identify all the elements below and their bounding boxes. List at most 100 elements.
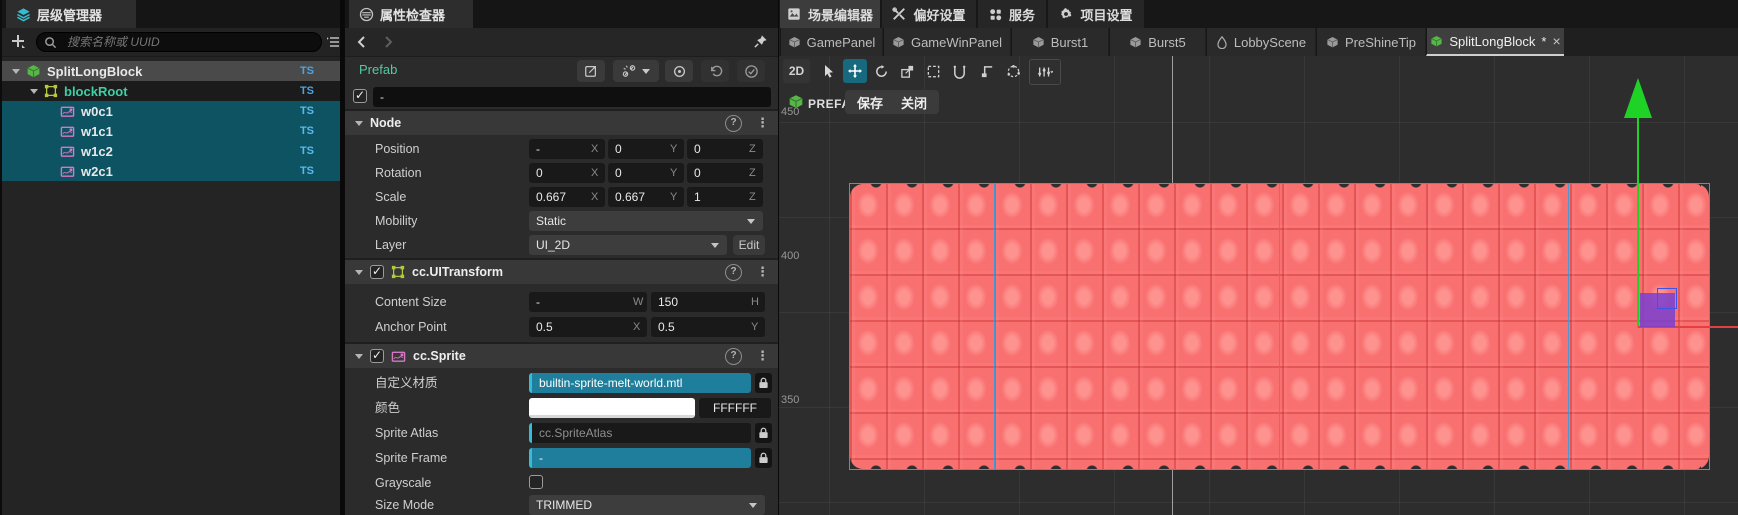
menu-preferences[interactable]: 偏好设置 (882, 0, 976, 28)
node-label: w1c1 (81, 123, 113, 139)
nav-forward-icon[interactable] (381, 35, 395, 49)
z-suffix: Z (749, 143, 756, 155)
sprite-frame-field[interactable]: - (529, 448, 751, 468)
prefab-apply-button[interactable] (737, 60, 765, 82)
node-active-checkbox[interactable] (353, 88, 367, 103)
prefab-icon (892, 36, 905, 49)
hierarchy-panel: 层级管理器 SplitLongBlock TS blockRoot TS (0, 0, 340, 515)
kebab-menu-icon[interactable] (756, 115, 766, 131)
gizmo-y-arrowhead[interactable] (1624, 78, 1652, 118)
rotate-tool-button[interactable] (869, 59, 893, 83)
search-input[interactable] (36, 32, 322, 52)
node-name-field[interactable]: - (373, 87, 771, 107)
display-settings-button[interactable] (1029, 59, 1061, 85)
layers-icon (16, 7, 31, 22)
menu-services[interactable]: 服务 (978, 0, 1046, 28)
nav-back-icon[interactable] (355, 35, 369, 49)
add-node-button[interactable] (10, 33, 26, 49)
sprite-enabled-checkbox[interactable] (370, 348, 384, 363)
world-gizmo-button[interactable] (1001, 59, 1025, 83)
pin-icon[interactable] (753, 34, 768, 49)
layer-dropdown[interactable]: UI_2D (529, 235, 727, 255)
help-icon[interactable] (725, 263, 742, 281)
size-mode-dropdown[interactable]: TRIMMED (529, 495, 765, 515)
gizmo-y-axis-line[interactable] (1637, 117, 1639, 327)
custom-material-field[interactable]: builtin-sprite-melt-world.mtl (529, 373, 751, 393)
sprite-atlas-field[interactable]: cc.SpriteAtlas (529, 423, 751, 443)
lock-icon[interactable] (755, 448, 772, 468)
move-tool-button[interactable] (843, 59, 867, 83)
splitlongblock-sprite[interactable] (849, 183, 1710, 470)
node-section-header[interactable]: Node (345, 111, 778, 135)
menu-project-settings[interactable]: 项目设置 (1048, 0, 1144, 28)
kebab-menu-icon[interactable] (756, 348, 766, 364)
scene-tab-burst5[interactable]: Burst5 (1109, 28, 1205, 56)
help-icon[interactable] (725, 114, 742, 132)
tab-inspector[interactable]: 属性检查器 (349, 0, 473, 28)
chevron-down-icon[interactable] (30, 88, 38, 94)
scene-viewport[interactable]: 2D 450 400 350 PREFAB 保存 关闭 (779, 56, 1738, 515)
content-size-w-field[interactable]: - (529, 292, 647, 312)
scene-tab-preshinetip[interactable]: PreShineTip (1316, 28, 1425, 56)
tab-scene-editor[interactable]: 场景编辑器 (780, 0, 880, 28)
segment-divider (1568, 184, 1569, 469)
tree-row-w1c1[interactable]: w1c1 TS (2, 121, 340, 141)
scene-tab-gamepanel[interactable]: GamePanel (780, 28, 882, 56)
ts-badge[interactable]: TS (300, 145, 314, 157)
scene-tab-burst1[interactable]: Burst1 (1011, 28, 1108, 56)
anchor-y-field[interactable]: 0.5 (651, 317, 765, 337)
ts-badge[interactable]: TS (300, 105, 314, 117)
ui-anchor-tool-button[interactable] (947, 59, 971, 83)
tab-hierarchy[interactable]: 层级管理器 (6, 0, 136, 28)
ts-badge[interactable]: TS (300, 65, 314, 77)
sprite-icon (60, 104, 75, 119)
help-icon[interactable] (725, 347, 742, 365)
prefab-revert-button[interactable] (701, 60, 729, 82)
select-tool-button[interactable] (817, 59, 841, 83)
kebab-menu-icon[interactable] (756, 264, 766, 280)
snap-tool-button[interactable] (975, 59, 999, 83)
mobility-dropdown[interactable]: Static (529, 211, 763, 231)
close-icon[interactable]: × (1552, 33, 1560, 49)
prefab-close-button[interactable]: 关闭 (889, 90, 940, 114)
anchor-x-field[interactable]: 0.5 (529, 317, 647, 337)
tree-row-splitlongblock[interactable]: SplitLongBlock TS (2, 61, 340, 81)
rect-tool-button[interactable] (921, 59, 945, 83)
layer-edit-button[interactable]: Edit (733, 235, 765, 255)
color-swatch[interactable] (529, 398, 695, 418)
content-size-h-field[interactable]: 150 (651, 292, 765, 312)
tree-row-w0c1[interactable]: w0c1 TS (2, 101, 340, 121)
scene-tab-splitlongblock[interactable]: SplitLongBlock * × (1426, 28, 1564, 56)
uitransform-enabled-checkbox[interactable] (370, 264, 384, 279)
lock-icon[interactable] (755, 373, 772, 393)
chevron-down-icon[interactable] (12, 68, 20, 74)
hierarchy-search-row (2, 28, 340, 57)
prefab-icon (1129, 36, 1142, 49)
ts-badge[interactable]: TS (300, 165, 314, 177)
uitransform-section-title: cc.UITransform (412, 265, 504, 279)
scene-tab-lobbyscene[interactable]: LobbyScene (1206, 28, 1315, 56)
lock-icon[interactable] (755, 423, 772, 443)
grayscale-checkbox[interactable] (529, 475, 543, 489)
chevron-down-icon (355, 269, 363, 275)
filter-icon[interactable] (326, 35, 340, 49)
prefab-unlink-button[interactable] (613, 60, 659, 82)
color-hex-field[interactable]: FFFFFF (699, 398, 771, 418)
node-section-title: Node (370, 116, 402, 130)
chevron-down-icon (642, 68, 650, 74)
mode-2d-button[interactable]: 2D (783, 59, 810, 83)
uitransform-section-header[interactable]: cc.UITransform (345, 260, 778, 284)
scale-tool-button[interactable] (895, 59, 919, 83)
prefab-save-button[interactable]: 保存 (845, 90, 896, 114)
ts-badge[interactable]: TS (300, 85, 314, 97)
tree-row-w2c1[interactable]: w2c1 TS (2, 161, 340, 181)
sprite-section-header[interactable]: cc.Sprite (345, 344, 778, 368)
tree-row-w1c2[interactable]: w1c2 TS (2, 141, 340, 161)
prefab-icon (1032, 36, 1045, 49)
tree-row-blockroot[interactable]: blockRoot TS (2, 81, 340, 101)
prefab-locate-button[interactable] (665, 60, 693, 82)
prefab-edit-button[interactable] (577, 60, 605, 82)
inspector-icon (359, 7, 374, 22)
scene-tab-gamewinpanel[interactable]: GameWinPanel (883, 28, 1010, 56)
ts-badge[interactable]: TS (300, 125, 314, 137)
